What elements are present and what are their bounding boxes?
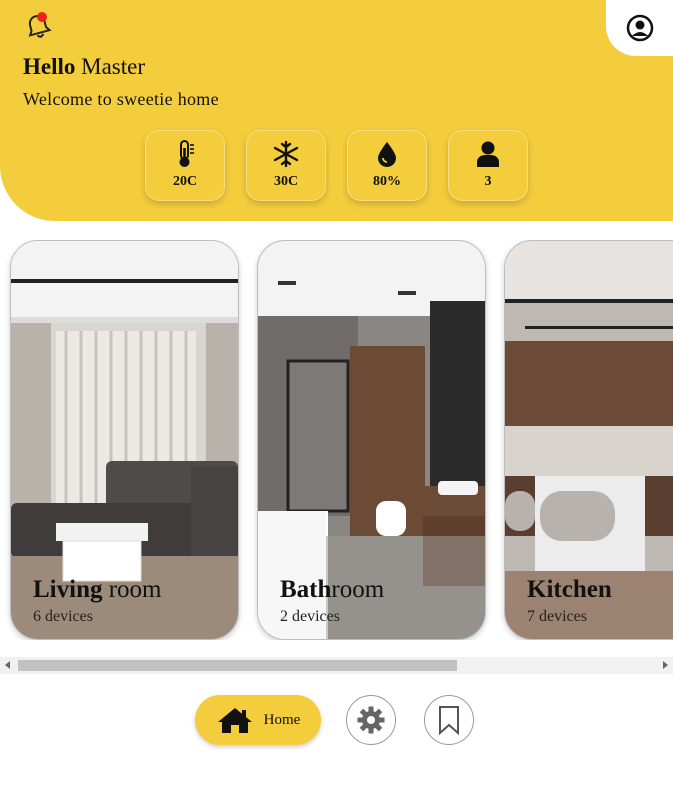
water-drop-icon <box>378 142 396 167</box>
stat-humidity-value: 80% <box>373 174 401 189</box>
room-devices: 6 devices <box>33 608 93 625</box>
notification-dot <box>37 12 47 22</box>
stat-temperature-value: 20C <box>172 174 198 189</box>
nav-home-label: Home <box>263 711 301 728</box>
gear-icon <box>357 706 385 734</box>
welcome-text: Welcome to sweetie home <box>23 89 219 109</box>
nav-home-button[interactable]: Home <box>195 695 321 745</box>
room-name: Bathroom <box>280 576 385 603</box>
thermometer-icon <box>179 140 194 167</box>
stat-people-value: 3 <box>484 174 492 189</box>
snowflake-icon <box>273 140 299 168</box>
stat-temperature[interactable]: 20C <box>145 130 225 201</box>
header: Hello Master Welcome to sweetie home 20C <box>0 0 673 221</box>
room-devices: 7 devices <box>527 608 587 625</box>
room-name: Kitchen <box>527 576 612 603</box>
person-icon <box>477 141 499 167</box>
bookmark-icon <box>439 706 459 735</box>
stat-cooling-value: 30C <box>273 174 299 189</box>
room-card-kitchen[interactable]: Kitchen 7 devices <box>504 240 673 640</box>
user-circle-icon <box>626 14 653 42</box>
nav-bookmark-button[interactable] <box>424 695 474 745</box>
bottom-nav: Home <box>195 695 474 745</box>
stats-row: 20C 30C 80% 3 <box>145 130 528 201</box>
rooms-carousel[interactable]: Living room 6 devices Bathroom 2 devices <box>0 240 673 640</box>
home-icon <box>217 708 252 733</box>
room-devices: 2 devices <box>280 608 340 625</box>
profile-button[interactable] <box>606 0 673 56</box>
stat-people[interactable]: 3 <box>448 130 528 201</box>
scroll-right-arrow-icon[interactable] <box>663 661 668 669</box>
scroll-thumb[interactable] <box>18 660 457 671</box>
room-card-bathroom[interactable]: Bathroom 2 devices <box>257 240 486 640</box>
stat-cooling[interactable]: 30C <box>246 130 326 201</box>
greeting: Hello Master <box>23 54 146 79</box>
room-name: Living room <box>33 576 162 603</box>
nav-settings-button[interactable] <box>346 695 396 745</box>
stat-humidity[interactable]: 80% <box>347 130 427 201</box>
scroll-left-arrow-icon[interactable] <box>5 661 10 669</box>
horizontal-scrollbar[interactable] <box>0 657 673 674</box>
room-card-living[interactable]: Living room 6 devices <box>10 240 239 640</box>
